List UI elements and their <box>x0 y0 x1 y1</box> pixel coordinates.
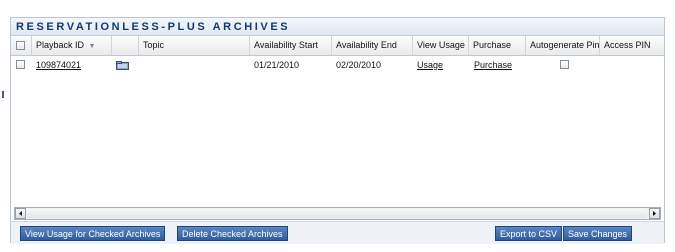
purchase-link-cell: Purchase <box>474 56 512 74</box>
header-select-cell <box>11 36 32 55</box>
header-topic-label: Topic <box>143 40 165 50</box>
usage-link-cell: Usage <box>417 56 443 74</box>
scroll-left-button[interactable] <box>15 208 26 219</box>
header-purchase-label: Purchase <box>473 40 512 50</box>
table-header: Playback ID ▼ Topic Availability Start A… <box>11 36 664 56</box>
availability-end-cell: 02/20/2010 <box>336 60 382 70</box>
panel-title: RESERVATIONLESS-PLUS ARCHIVES <box>16 21 291 33</box>
header-availability-start[interactable]: Availability Start <box>250 36 332 55</box>
header-autogenerate-pin[interactable]: Autogenerate Pin <box>526 36 600 55</box>
export-csv-button[interactable]: Export to CSV <box>495 226 563 241</box>
header-access-pin[interactable]: Access PIN <box>600 36 666 55</box>
arrow-left-icon <box>19 211 22 216</box>
panel-header: RESERVATIONLESS-PLUS ARCHIVES <box>11 18 664 36</box>
footer-toolbar: View Usage for Checked Archives Delete C… <box>11 221 664 244</box>
autogenerate-pin-checkbox[interactable] <box>560 60 569 69</box>
header-autogenerate-pin-label: Autogenerate Pin <box>530 40 600 50</box>
playback-id-link[interactable]: 109874021 <box>36 56 81 74</box>
header-availability-end-label: Availability End <box>336 40 397 50</box>
save-changes-button[interactable]: Save Changes <box>563 226 633 241</box>
header-view-usage-label: View Usage <box>417 40 465 50</box>
header-view-usage[interactable]: View Usage <box>413 36 469 55</box>
availability-start-cell: 01/21/2010 <box>254 60 300 70</box>
scrollbar-thumb[interactable] <box>27 209 647 218</box>
usage-link[interactable]: Usage <box>417 60 443 70</box>
archives-panel: RESERVATIONLESS-PLUS ARCHIVES Playback I… <box>10 17 665 244</box>
purchase-link[interactable]: Purchase <box>474 60 512 70</box>
header-icon-column <box>112 36 139 55</box>
select-all-checkbox[interactable] <box>16 41 25 50</box>
table-row[interactable]: 109874021 01/21/2010 02/20/2010 Usage Pu… <box>11 56 664 74</box>
playback-id-value[interactable]: 109874021 <box>36 60 81 70</box>
scroll-right-button[interactable] <box>649 208 660 219</box>
left-edge-marker <box>2 91 4 98</box>
header-access-pin-label: Access PIN <box>604 40 651 50</box>
row-select-checkbox[interactable] <box>16 60 25 69</box>
header-availability-end[interactable]: Availability End <box>332 36 413 55</box>
header-purchase[interactable]: Purchase <box>469 36 526 55</box>
header-playback-id[interactable]: Playback ID ▼ <box>32 36 112 55</box>
sort-desc-icon: ▼ <box>88 43 96 50</box>
view-usage-checked-button[interactable]: View Usage for Checked Archives <box>20 226 166 241</box>
header-playback-id-label: Playback ID <box>36 40 85 50</box>
horizontal-scrollbar[interactable] <box>14 207 661 220</box>
header-topic[interactable]: Topic <box>139 36 250 55</box>
folder-icon[interactable] <box>116 61 129 70</box>
delete-checked-button[interactable]: Delete Checked Archives <box>177 226 288 241</box>
header-availability-start-label: Availability Start <box>254 40 318 50</box>
arrow-right-icon <box>653 211 656 216</box>
